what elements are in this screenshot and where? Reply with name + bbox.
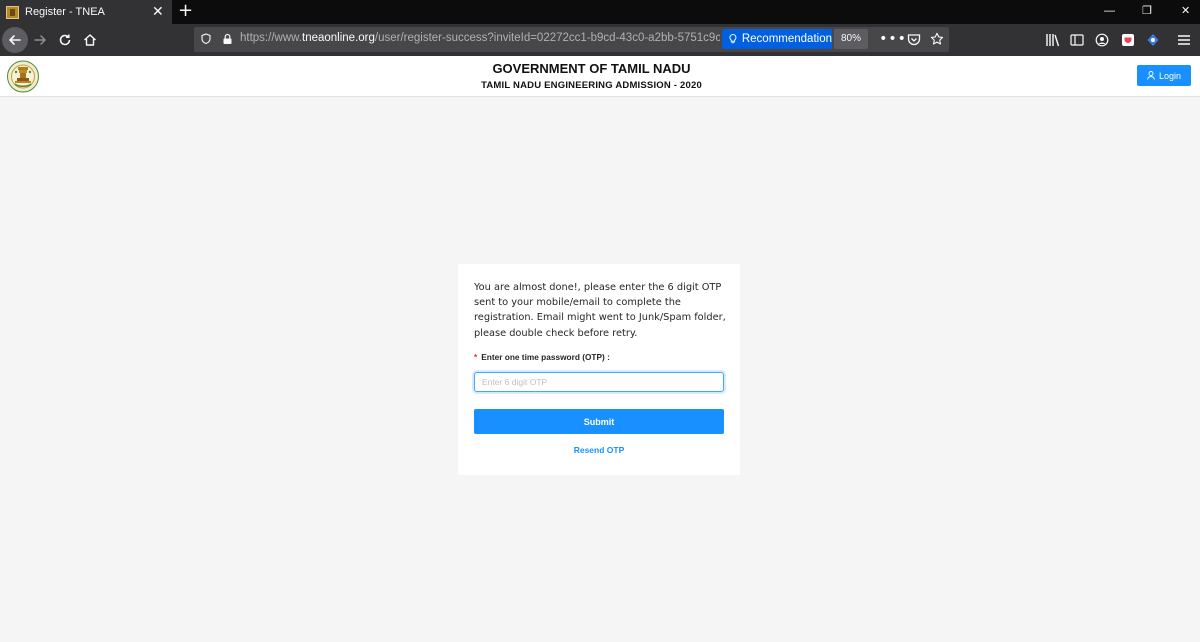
zoom-level-button[interactable]: 80%	[834, 29, 868, 49]
pocket-icon[interactable]	[905, 30, 923, 48]
required-mark: *	[474, 352, 478, 362]
otp-label-text: Enter one time password (OTP) :	[481, 352, 610, 362]
browser-tab-bar: Register - TNEA ✕ + — ❐ ✕	[0, 0, 1200, 24]
browser-nav-bar: https://www.tneaonline.org/user/register…	[0, 24, 1200, 56]
arrow-left-icon	[9, 35, 21, 45]
restore-window-button[interactable]: ❐	[1142, 2, 1152, 20]
lock-icon[interactable]	[218, 30, 236, 48]
recommendation-button[interactable]: Recommendation	[722, 29, 832, 49]
account-icon[interactable]	[1093, 31, 1111, 49]
library-icon[interactable]	[1043, 31, 1061, 49]
extension-blue-icon[interactable]	[1144, 31, 1162, 49]
page-title: GOVERNMENT OF TAMIL NADU	[492, 61, 691, 76]
back-button[interactable]	[2, 27, 28, 53]
user-icon	[1147, 71, 1155, 80]
tab-close-icon[interactable]: ✕	[152, 3, 164, 21]
extension-red-icon[interactable]	[1119, 31, 1137, 49]
forward-button[interactable]	[28, 28, 52, 52]
close-window-button[interactable]: ✕	[1181, 2, 1190, 20]
home-icon	[84, 34, 96, 46]
lightbulb-icon	[729, 34, 737, 44]
new-tab-button[interactable]: +	[178, 0, 193, 22]
address-bar[interactable]: https://www.tneaonline.org/user/register…	[194, 27, 949, 52]
page-subtitle: TAMIL NADU ENGINEERING ADMISSION - 2020	[481, 80, 702, 91]
submit-button[interactable]: Submit	[474, 409, 724, 434]
resend-otp-link[interactable]: Resend OTP	[458, 445, 740, 455]
login-label: Login	[1158, 70, 1182, 81]
arrow-right-icon	[34, 35, 46, 45]
browser-tab[interactable]: Register - TNEA ✕	[0, 0, 172, 24]
otp-instructions: You are almost done!, please enter the 6…	[474, 282, 726, 339]
tracking-protection-shield-icon[interactable]	[197, 30, 215, 48]
bookmark-star-icon[interactable]	[928, 30, 946, 48]
site-favicon-icon	[6, 5, 19, 19]
minimize-window-button[interactable]: —	[1104, 2, 1115, 20]
otp-field-label: * Enter one time password (OTP) :	[474, 352, 610, 362]
reload-icon	[59, 34, 71, 46]
url-prefix: https://www.	[240, 32, 302, 44]
login-button[interactable]: Login	[1137, 65, 1191, 86]
url-text[interactable]: https://www.tneaonline.org/user/register…	[240, 32, 720, 44]
url-domain: tneaonline.org	[302, 32, 375, 44]
tab-title: Register - TNEA	[25, 6, 105, 18]
recommendation-label: Recommendation	[741, 33, 832, 45]
reload-button[interactable]	[53, 28, 77, 52]
site-header: GOVERNMENT OF TAMIL NADU TAMIL NADU ENGI…	[0, 56, 1200, 97]
sidebar-icon[interactable]	[1068, 31, 1086, 49]
home-button[interactable]	[78, 28, 102, 52]
otp-input[interactable]	[474, 372, 724, 392]
url-path: /user/register-success?inviteId=02272cc1…	[374, 32, 720, 44]
page-actions-icon[interactable]: •••	[879, 30, 906, 48]
otp-card: You are almost done!, please enter the 6…	[458, 264, 740, 475]
menu-hamburger-icon[interactable]	[1175, 31, 1193, 49]
